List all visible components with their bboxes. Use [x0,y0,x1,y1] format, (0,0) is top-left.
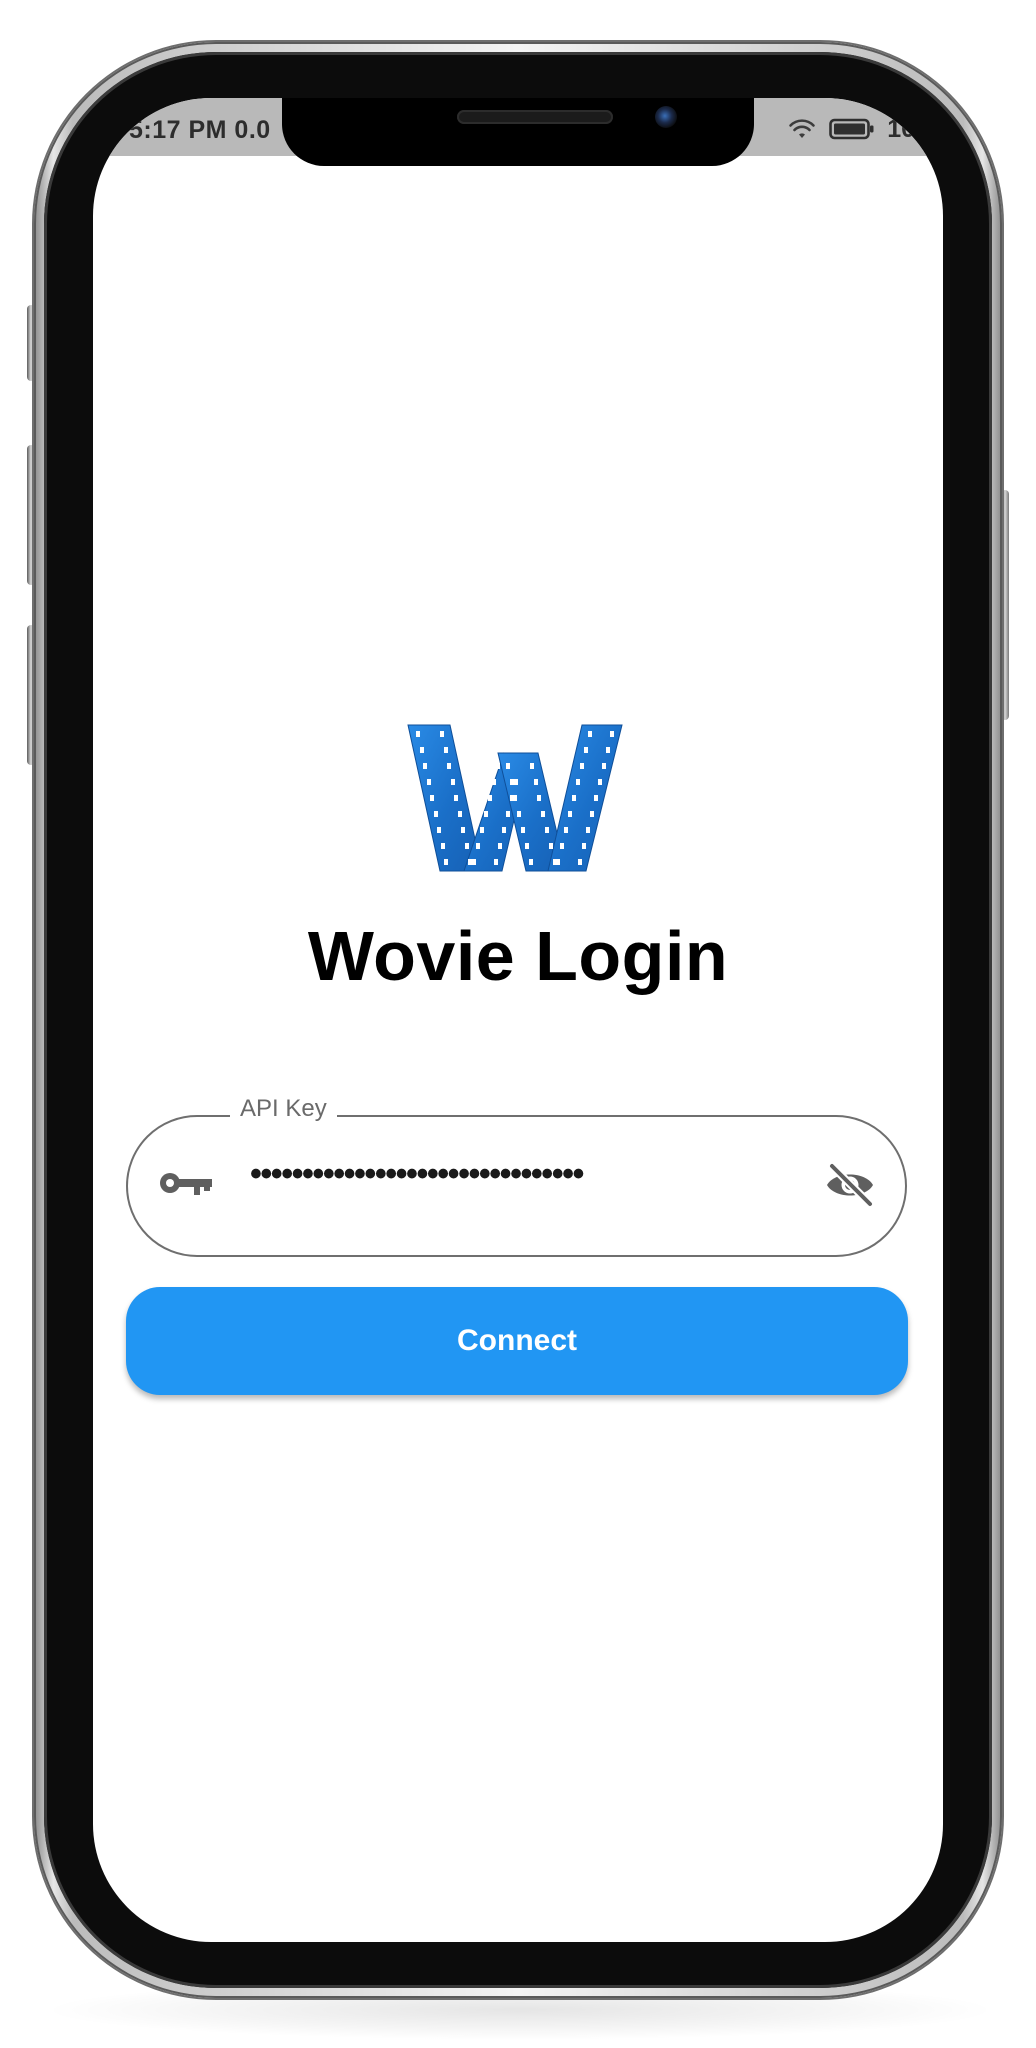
battery-percentage: 100 [887,114,929,143]
notch [282,98,754,166]
power-button [1001,490,1009,720]
status-icons: 100 [787,114,929,144]
connect-button[interactable]: Connect [126,1287,908,1395]
api-key-field[interactable]: API Key •••••••••••••••••••••••••••••••• [126,1095,907,1257]
battery-icon [829,118,874,140]
status-time: 5:17 PM 0.0 [129,116,271,144]
wifi-icon [789,119,816,138]
front-camera [655,106,677,128]
page-title: Wovie Login [307,917,729,995]
api-key-masked-value[interactable]: •••••••••••••••••••••••••••••••• [250,1155,670,1194]
key-icon [160,1173,212,1195]
earpiece-speaker [457,110,613,124]
device-mockup: 5:17 PM 0.0 100 Wovie Login API Key ••••… [0,0,1036,2048]
phone-screen: 5:17 PM 0.0 100 Wovie Login API Key ••••… [93,98,943,1942]
eye-off-icon[interactable] [823,1163,877,1207]
wovie-logo-icon [407,724,623,872]
api-key-label: API Key [230,1095,337,1123]
